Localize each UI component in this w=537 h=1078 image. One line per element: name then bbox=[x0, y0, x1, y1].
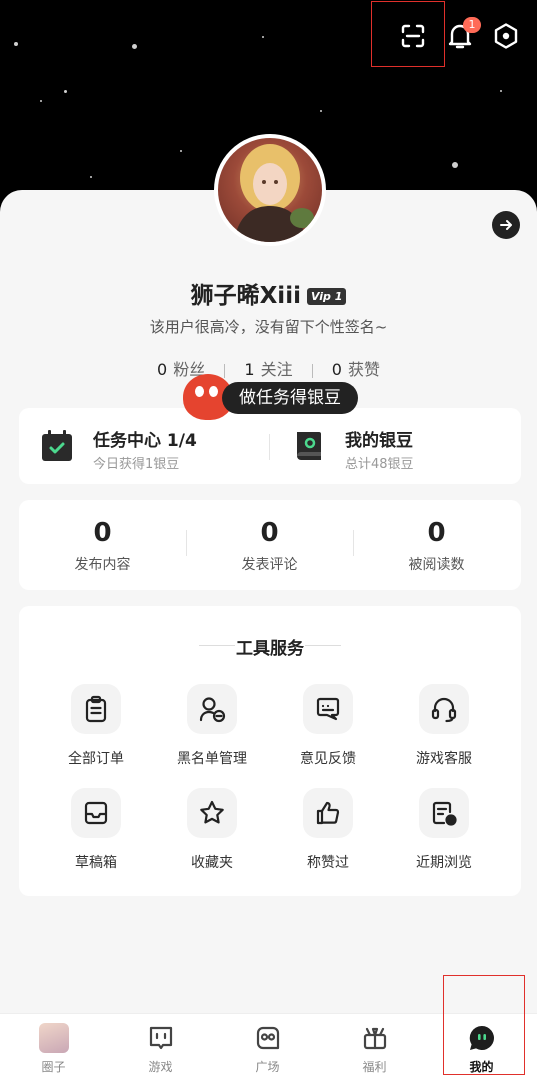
tool-icon-bg bbox=[187, 684, 237, 734]
username-text: 狮子晞Xiii bbox=[190, 283, 301, 309]
task-center-progress: 1/4 bbox=[166, 431, 197, 451]
tools-panel: 工具服务 全部订单 黑名单管理 意见反馈 游戏客服 草稿箱 收藏夹 称赞过 近期… bbox=[19, 606, 521, 896]
star-icon bbox=[200, 800, 224, 824]
followers-count: 0 bbox=[157, 360, 168, 379]
tool-icon-bg bbox=[187, 788, 237, 838]
tool-icon-bg bbox=[419, 684, 469, 734]
comments-stat[interactable]: 0 发表评论 bbox=[186, 500, 353, 590]
tab-welfare[interactable]: 福利 bbox=[321, 1014, 428, 1078]
likes-count: 0 bbox=[331, 360, 342, 379]
tool-label: 近期浏览 bbox=[416, 855, 472, 871]
thumbs-up-icon bbox=[316, 801, 340, 825]
username: 狮子晞Xiii Vip 1 bbox=[0, 276, 537, 310]
silver-beans-subtitle: 总计48银豆 bbox=[345, 457, 414, 472]
tool-icon-bg bbox=[419, 788, 469, 838]
tool-history[interactable]: 近期浏览 bbox=[386, 788, 502, 878]
tool-icon-bg bbox=[71, 788, 121, 838]
tab-label: 圈子 bbox=[41, 1060, 66, 1074]
task-promo-bubble[interactable]: 做任务得银豆 bbox=[222, 382, 358, 414]
tab-circle[interactable]: 圈子 bbox=[0, 1014, 107, 1078]
divider bbox=[224, 363, 226, 378]
likes-stat[interactable]: 0 获赞 bbox=[332, 360, 380, 379]
stat-value: 0 bbox=[427, 518, 446, 548]
tool-liked[interactable]: 称赞过 bbox=[270, 788, 386, 878]
tab-square[interactable]: 广场 bbox=[214, 1014, 321, 1078]
clipboard-icon bbox=[85, 695, 107, 723]
tab-icon-wrap bbox=[252, 1022, 284, 1054]
tab-icon-wrap bbox=[359, 1022, 391, 1054]
silver-beans-entry[interactable]: 我的银豆 总计48银豆 bbox=[271, 408, 521, 484]
scan-icon bbox=[401, 24, 425, 48]
tool-label: 全部订单 bbox=[68, 751, 124, 767]
tool-feedback[interactable]: 意见反馈 bbox=[270, 684, 386, 774]
feedback-icon bbox=[316, 697, 340, 721]
avatar[interactable] bbox=[214, 134, 326, 246]
divider bbox=[305, 645, 341, 646]
gift-icon bbox=[363, 1027, 387, 1050]
gear-icon bbox=[494, 23, 518, 49]
tab-mine-highlight bbox=[443, 975, 525, 1075]
following-label: 关注 bbox=[260, 360, 293, 379]
stat-value: 0 bbox=[93, 518, 112, 548]
stat-value: 0 bbox=[260, 518, 279, 548]
likes-label: 获赞 bbox=[347, 360, 380, 379]
divider bbox=[311, 363, 313, 378]
tab-avatar-icon bbox=[38, 1022, 70, 1054]
notification-badge: 1 bbox=[463, 17, 481, 33]
tool-label: 黑名单管理 bbox=[177, 751, 247, 767]
stat-label: 发布内容 bbox=[74, 557, 131, 573]
social-stats: 0 粉丝 1 关注 0 获赞 bbox=[0, 356, 537, 380]
scan-button[interactable] bbox=[393, 16, 433, 56]
task-center-title: 任务中心 1/4 bbox=[93, 426, 197, 451]
tool-label: 收藏夹 bbox=[191, 855, 233, 871]
history-icon bbox=[432, 801, 457, 826]
reads-stat[interactable]: 0 被阅读数 bbox=[353, 500, 520, 590]
task-center-title-text: 任务中心 bbox=[93, 431, 161, 451]
tool-favorites[interactable]: 收藏夹 bbox=[154, 788, 270, 878]
tab-label: 广场 bbox=[255, 1060, 280, 1074]
book-icon bbox=[297, 432, 321, 460]
task-panel: 任务中心 1/4 今日获得1银豆 我的银豆 总计48银豆 bbox=[19, 408, 521, 484]
silver-beans-title: 我的银豆 bbox=[345, 431, 413, 451]
task-center-entry[interactable]: 任务中心 1/4 今日获得1银豆 bbox=[19, 408, 269, 484]
avatar-illustration bbox=[234, 144, 314, 242]
divider bbox=[269, 434, 270, 460]
posts-stat[interactable]: 0 发布内容 bbox=[19, 500, 186, 590]
tool-all-orders[interactable]: 全部订单 bbox=[38, 684, 154, 774]
settings-button[interactable] bbox=[486, 16, 526, 56]
signature: 该用户很高冷，没有留下个性签名~ bbox=[149, 318, 388, 336]
tool-label: 意见反馈 bbox=[300, 751, 356, 767]
tab-games[interactable]: 游戏 bbox=[107, 1014, 214, 1078]
tool-label: 游戏客服 bbox=[416, 751, 472, 767]
tool-customer-service[interactable]: 游戏客服 bbox=[386, 684, 502, 774]
content-stats-panel: 0 发布内容 0 发表评论 0 被阅读数 bbox=[19, 500, 521, 590]
profile-detail-button[interactable] bbox=[492, 211, 520, 239]
stat-label: 发表评论 bbox=[241, 557, 298, 573]
tab-icon-wrap bbox=[145, 1022, 177, 1054]
tool-label: 称赞过 bbox=[307, 855, 349, 871]
tab-label: 福利 bbox=[362, 1060, 387, 1074]
calendar-check-icon bbox=[42, 430, 72, 461]
tool-icon-bg bbox=[71, 684, 121, 734]
inbox-icon bbox=[84, 801, 108, 825]
tools-title: 工具服务 bbox=[236, 639, 304, 659]
top-toolbar: 1 bbox=[0, 0, 537, 70]
tool-label: 草稿箱 bbox=[75, 855, 117, 871]
following-count: 1 bbox=[244, 360, 255, 379]
task-center-subtitle: 今日获得1银豆 bbox=[93, 457, 180, 472]
game-icon bbox=[149, 1026, 173, 1050]
tool-icon-bg bbox=[303, 684, 353, 734]
square-icon bbox=[256, 1026, 280, 1050]
following-stat[interactable]: 1 关注 bbox=[244, 360, 292, 379]
tool-drafts[interactable]: 草稿箱 bbox=[38, 788, 154, 878]
tab-label: 游戏 bbox=[148, 1060, 173, 1074]
stat-label: 被阅读数 bbox=[408, 557, 465, 573]
vip-badge: Vip 1 bbox=[306, 288, 347, 305]
tool-blacklist[interactable]: 黑名单管理 bbox=[154, 684, 270, 774]
user-block-icon bbox=[199, 697, 226, 723]
arrow-right-icon bbox=[500, 220, 512, 230]
tool-icon-bg bbox=[303, 788, 353, 838]
headset-icon bbox=[431, 697, 457, 723]
